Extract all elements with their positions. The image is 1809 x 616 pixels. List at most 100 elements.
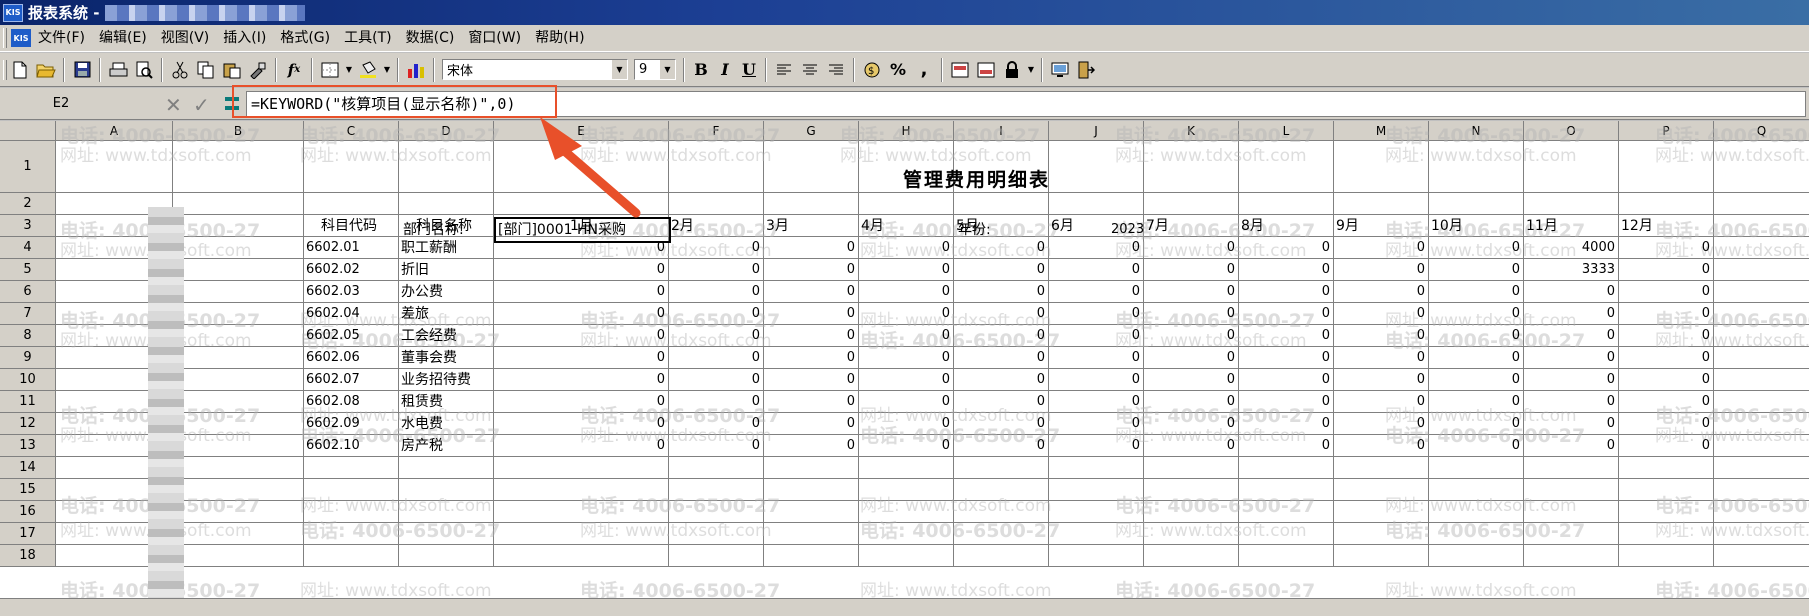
row-header-17[interactable]: 17	[0, 523, 56, 545]
amount-cell[interactable]: 0	[1334, 303, 1427, 325]
amount-cell[interactable]: 0	[859, 347, 952, 369]
column-header-q[interactable]: Q	[1714, 121, 1809, 141]
amount-cell[interactable]: 0	[1619, 303, 1712, 325]
sheet-calc-icon[interactable]	[974, 58, 998, 82]
amount-cell[interactable]: 0	[859, 281, 952, 303]
toolbar-grip[interactable]	[3, 59, 7, 80]
amount-cell[interactable]: 0	[859, 325, 952, 347]
row-header-1[interactable]: 1	[0, 141, 56, 193]
row-header-2[interactable]: 2	[0, 193, 56, 215]
amount-cell[interactable]: 0	[764, 391, 857, 413]
amount-cell[interactable]: 0	[1239, 303, 1332, 325]
spreadsheet-grid[interactable]: A B C D E F G H I J K L M N O P Q 1 2 3 4 5 6 7 8 9 10 11 12 13 14 15 16…	[0, 121, 1809, 616]
amount-cell[interactable]: 0	[1429, 435, 1522, 457]
select-all-corner[interactable]	[0, 121, 56, 141]
amount-cell[interactable]: 0	[494, 347, 667, 369]
exit-icon[interactable]	[1074, 58, 1098, 82]
column-header-k[interactable]: K	[1144, 121, 1239, 141]
amount-cell[interactable]: 0	[1239, 435, 1332, 457]
amount-cell[interactable]: 0	[1429, 369, 1522, 391]
copy-icon[interactable]	[194, 58, 218, 82]
format-painter-icon[interactable]	[246, 58, 270, 82]
amount-cell[interactable]: 0	[859, 435, 952, 457]
amount-cell[interactable]: 0	[494, 259, 667, 281]
row-header-3[interactable]: 3	[0, 215, 56, 237]
row-header-6[interactable]: 6	[0, 281, 56, 303]
row-header-4[interactable]: 4	[0, 237, 56, 259]
amount-cell[interactable]: 0	[1524, 391, 1617, 413]
menu-data[interactable]: 数据(C)	[399, 25, 462, 52]
column-header-m[interactable]: M	[1334, 121, 1429, 141]
amount-cell[interactable]: 0	[764, 347, 857, 369]
menu-grip[interactable]	[3, 28, 7, 48]
amount-cell[interactable]: 0	[1239, 281, 1332, 303]
menu-file[interactable]: 文件(F)	[31, 25, 92, 52]
amount-cell[interactable]: 0	[1334, 259, 1427, 281]
amount-cell[interactable]: 0	[1619, 391, 1712, 413]
lock-icon[interactable]	[1000, 58, 1024, 82]
amount-cell[interactable]: 0	[494, 369, 667, 391]
amount-cell[interactable]: 0	[669, 281, 762, 303]
cell-reference-box[interactable]: E2	[6, 92, 116, 116]
amount-cell[interactable]: 0	[669, 303, 762, 325]
amount-cell[interactable]: 0	[954, 237, 1047, 259]
amount-cell[interactable]: 0	[1429, 391, 1522, 413]
column-header-b[interactable]: B	[173, 121, 304, 141]
column-header-d[interactable]: D	[399, 121, 494, 141]
amount-cell[interactable]: 0	[1144, 391, 1237, 413]
font-name-select[interactable]: 宋体 ▼	[442, 59, 628, 80]
confirm-formula-icon[interactable]: ✓	[193, 93, 210, 117]
amount-cell[interactable]: 0	[1144, 303, 1237, 325]
amount-cell[interactable]: 0	[1429, 325, 1522, 347]
amount-cell[interactable]: 0	[954, 413, 1047, 435]
amount-cell[interactable]: 0	[764, 325, 857, 347]
amount-cell[interactable]: 0	[1619, 259, 1712, 281]
amount-cell[interactable]: 0	[1144, 347, 1237, 369]
amount-cell[interactable]: 0	[859, 369, 952, 391]
new-file-icon[interactable]	[8, 58, 32, 82]
amount-cell[interactable]: 0	[1334, 391, 1427, 413]
amount-cell[interactable]: 0	[1334, 369, 1427, 391]
amount-cell[interactable]: 0	[954, 259, 1047, 281]
fill-color-icon[interactable]	[356, 58, 380, 82]
amount-cell[interactable]: 0	[1524, 435, 1617, 457]
column-header-j[interactable]: J	[1049, 121, 1144, 141]
amount-cell[interactable]: 0	[1049, 325, 1142, 347]
column-header-o[interactable]: O	[1524, 121, 1619, 141]
row-header-7[interactable]: 7	[0, 303, 56, 325]
row-header-18[interactable]: 18	[0, 545, 56, 567]
amount-cell[interactable]: 0	[954, 369, 1047, 391]
amount-cell[interactable]: 0	[1334, 237, 1427, 259]
amount-cell[interactable]: 0	[1334, 281, 1427, 303]
amount-cell[interactable]: 0	[1429, 413, 1522, 435]
amount-cell[interactable]: 0	[1619, 237, 1712, 259]
amount-cell[interactable]: 0	[1334, 435, 1427, 457]
align-center-icon[interactable]	[798, 58, 822, 82]
amount-cell[interactable]: 0	[1619, 281, 1712, 303]
amount-cell[interactable]: 0	[1429, 303, 1522, 325]
amount-cell[interactable]: 0	[764, 413, 857, 435]
amount-cell[interactable]: 0	[859, 413, 952, 435]
formula-input[interactable]: =KEYWORD("核算项目(显示名称)",0)	[246, 91, 1806, 117]
amount-cell[interactable]: 0	[954, 435, 1047, 457]
amount-cell[interactable]: 0	[494, 391, 667, 413]
column-header-e[interactable]: E	[494, 121, 669, 141]
amount-cell[interactable]: 0	[669, 369, 762, 391]
column-header-a[interactable]: A	[56, 121, 173, 141]
amount-cell[interactable]: 0	[669, 435, 762, 457]
fill-dropdown-icon[interactable]: ▼	[382, 58, 392, 82]
italic-button[interactable]: I	[713, 58, 737, 82]
print-icon[interactable]	[106, 58, 130, 82]
amount-cell[interactable]: 0	[669, 325, 762, 347]
amount-cell[interactable]: 0	[764, 435, 857, 457]
row-header-15[interactable]: 15	[0, 479, 56, 501]
menu-format[interactable]: 格式(G)	[273, 25, 337, 52]
amount-cell[interactable]: 0	[1144, 237, 1237, 259]
comma-button[interactable]: ,	[912, 58, 936, 82]
amount-cell[interactable]: 0	[1619, 413, 1712, 435]
amount-cell[interactable]: 0	[1144, 369, 1237, 391]
doc-logo-icon[interactable]: KIS	[11, 29, 31, 47]
amount-cell[interactable]: 0	[764, 237, 857, 259]
row-header-10[interactable]: 10	[0, 369, 56, 391]
font-size-dropdown-icon[interactable]: ▼	[659, 60, 675, 79]
